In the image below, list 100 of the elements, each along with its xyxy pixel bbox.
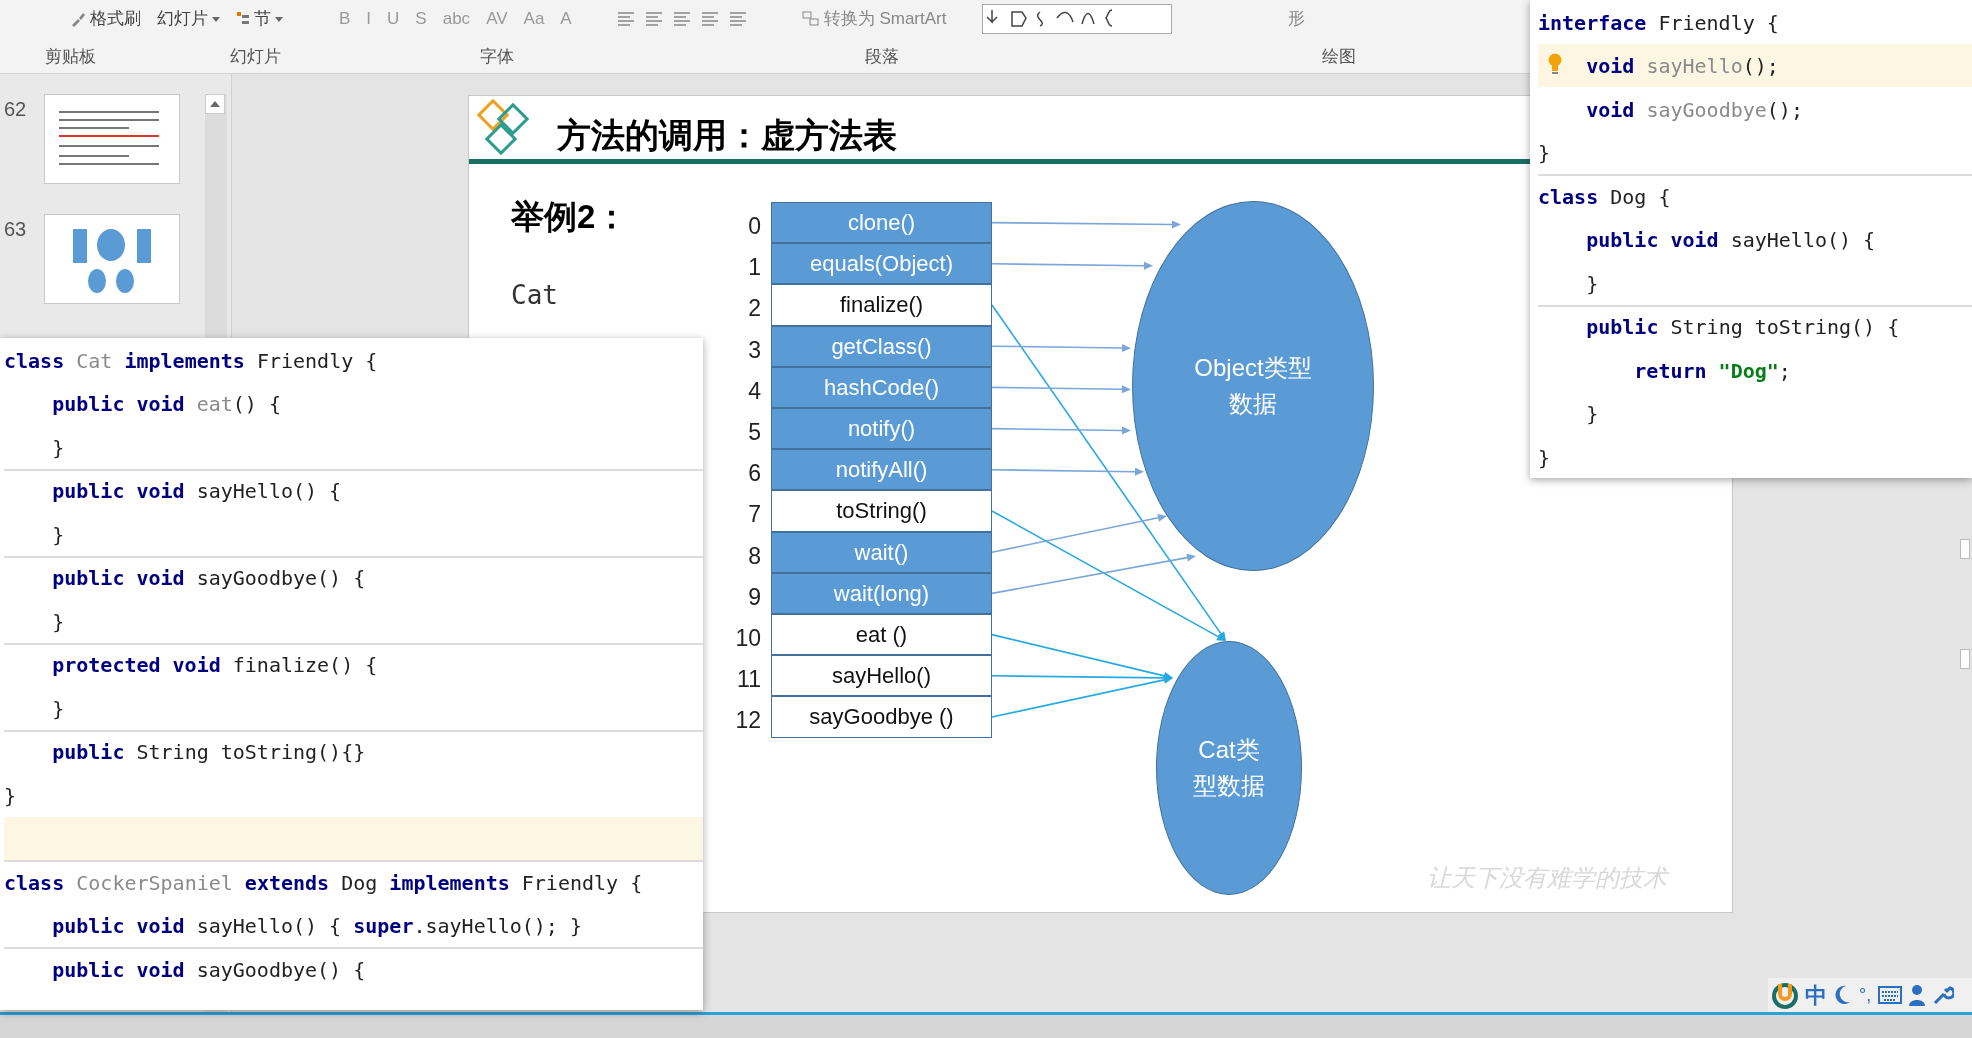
code-line: } (1538, 140, 1551, 167)
code-line: } (1586, 401, 1599, 428)
ime-mode[interactable]: 中 (1805, 978, 1827, 1012)
ribbon-group-label: 幻灯片 (230, 46, 281, 68)
ribbon-button[interactable]: 幻灯片 (157, 6, 220, 32)
caret-icon (212, 16, 220, 22)
method-cell: sayHello() (771, 655, 992, 697)
code-line: public void sayGoodbye() { (52, 956, 366, 983)
caret-icon (275, 16, 283, 22)
format-button[interactable]: Aa (523, 6, 545, 32)
method-cell: equals(Object) (771, 243, 992, 285)
format-button[interactable]: A (560, 6, 572, 32)
row-index: 11 (736, 665, 761, 695)
method-cell: finalize() (771, 284, 992, 326)
code-line: interface Friendly { (1538, 9, 1779, 36)
moon-icon[interactable] (1834, 984, 1852, 1006)
slide-title: 方法的调用：虚方法表 (557, 115, 897, 156)
row-index: 3 (747, 335, 761, 365)
row-index: 2 (747, 294, 761, 324)
method-cell: hashCode() (771, 366, 992, 408)
node-label: Cat类型数据 (1192, 735, 1266, 801)
ribbon-button[interactable]: 格式刷 (70, 6, 141, 32)
code-line: } (4, 782, 17, 809)
method-cell: clone() (771, 202, 992, 244)
ime-punctuation[interactable]: °, (1859, 981, 1872, 1009)
ribbon-button[interactable]: 节 (236, 6, 283, 32)
slide-number: 62 (4, 97, 28, 122)
align-icon[interactable] (617, 12, 634, 26)
scroll-button[interactable] (1960, 649, 1970, 669)
lightbulb-icon[interactable] (1548, 53, 1562, 76)
ribbon-group-label: 字体 (480, 46, 514, 68)
node-label: Object类型数据 (1193, 353, 1313, 419)
code-line: class Dog { (1538, 183, 1671, 210)
format-button[interactable]: S (415, 6, 427, 32)
method-cell: getClass() (771, 325, 992, 367)
row-index: 9 (747, 582, 761, 612)
method-cell: eat () (771, 614, 992, 656)
row-index: 8 (747, 541, 761, 571)
ribbon-group-label: 段落 (865, 46, 899, 68)
code-line: public String toString() { (1586, 314, 1900, 341)
scroll-button[interactable] (1960, 539, 1970, 559)
code-line: public void sayGoodbye() { (52, 565, 366, 592)
slide-number: 63 (4, 217, 28, 242)
slide-thumbnail[interactable] (44, 214, 180, 304)
method-cell: wait() (771, 531, 992, 573)
code-line: public void eat() { (52, 391, 281, 418)
align-icon[interactable] (701, 12, 718, 26)
input-method-logo-icon[interactable] (1772, 981, 1798, 1009)
code-line: class Cat implements Friendly { (4, 347, 378, 374)
row-index: 10 (734, 624, 761, 653)
format-button[interactable]: AV (486, 6, 508, 32)
code-line: } (52, 608, 65, 635)
code-line: public void sayHello() { super.sayHello(); } (52, 913, 582, 940)
format-button[interactable]: U (387, 6, 400, 32)
method-cell: sayGoodbye () (771, 696, 992, 738)
shapes-gallery-icon[interactable] (982, 4, 1173, 34)
smartart-button[interactable]: 转换为 SmartArt (801, 6, 947, 32)
keyboard-icon[interactable] (1878, 986, 1903, 1004)
brush-icon (70, 11, 86, 27)
code-line: void sayGoodbye(); (1586, 96, 1803, 123)
row-index: 5 (747, 418, 761, 447)
code-line: public void sayHello() { (52, 478, 342, 505)
slide-thumbnail[interactable] (44, 94, 180, 184)
row-index: 4 (747, 376, 761, 406)
wrench-icon[interactable] (1932, 984, 1955, 1006)
code-line: public void sayHello() { (1586, 227, 1876, 254)
ribbon-group-label: 绘图 (1322, 46, 1356, 68)
code-line: } (52, 695, 65, 722)
code-line: } (52, 434, 65, 461)
person-icon[interactable] (1909, 984, 1926, 1006)
method-cell: notify() (771, 408, 992, 450)
format-button[interactable]: I (366, 6, 372, 32)
shape-button[interactable]: 形 (1288, 6, 1306, 32)
align-icon[interactable] (673, 12, 690, 26)
row-index: 6 (747, 459, 761, 489)
method-cell: wait(long) (771, 572, 992, 614)
scroll-up-icon[interactable] (205, 94, 225, 114)
align-icon[interactable] (645, 12, 662, 26)
code-line: return "Dog"; (1634, 357, 1791, 384)
row-index: 0 (747, 212, 761, 241)
section-icon (236, 11, 250, 27)
code-line: void sayHello(); (1586, 53, 1779, 80)
row-index: 12 (734, 706, 761, 736)
class-name: Cat (511, 279, 558, 312)
smartart-icon (801, 11, 820, 27)
code-line: public String toString(){} (52, 739, 366, 766)
method-cell: notifyAll() (771, 449, 992, 491)
code-line: } (1538, 444, 1551, 471)
row-index: 1 (747, 253, 761, 283)
code-line: } (1586, 270, 1599, 297)
row-index: 7 (747, 500, 761, 530)
format-button[interactable]: abc (442, 6, 471, 32)
method-cell: toString() (771, 490, 992, 532)
ribbon-group-label: 剪贴板 (45, 46, 96, 68)
code-line: protected void finalize() { (52, 652, 378, 679)
code-line: class CockerSpaniel extends Dog implements Friendly { (4, 869, 643, 896)
format-button[interactable]: B (339, 6, 351, 32)
example-heading: 举例2： (511, 197, 629, 237)
code-line: } (52, 521, 65, 548)
align-icon[interactable] (729, 12, 746, 26)
